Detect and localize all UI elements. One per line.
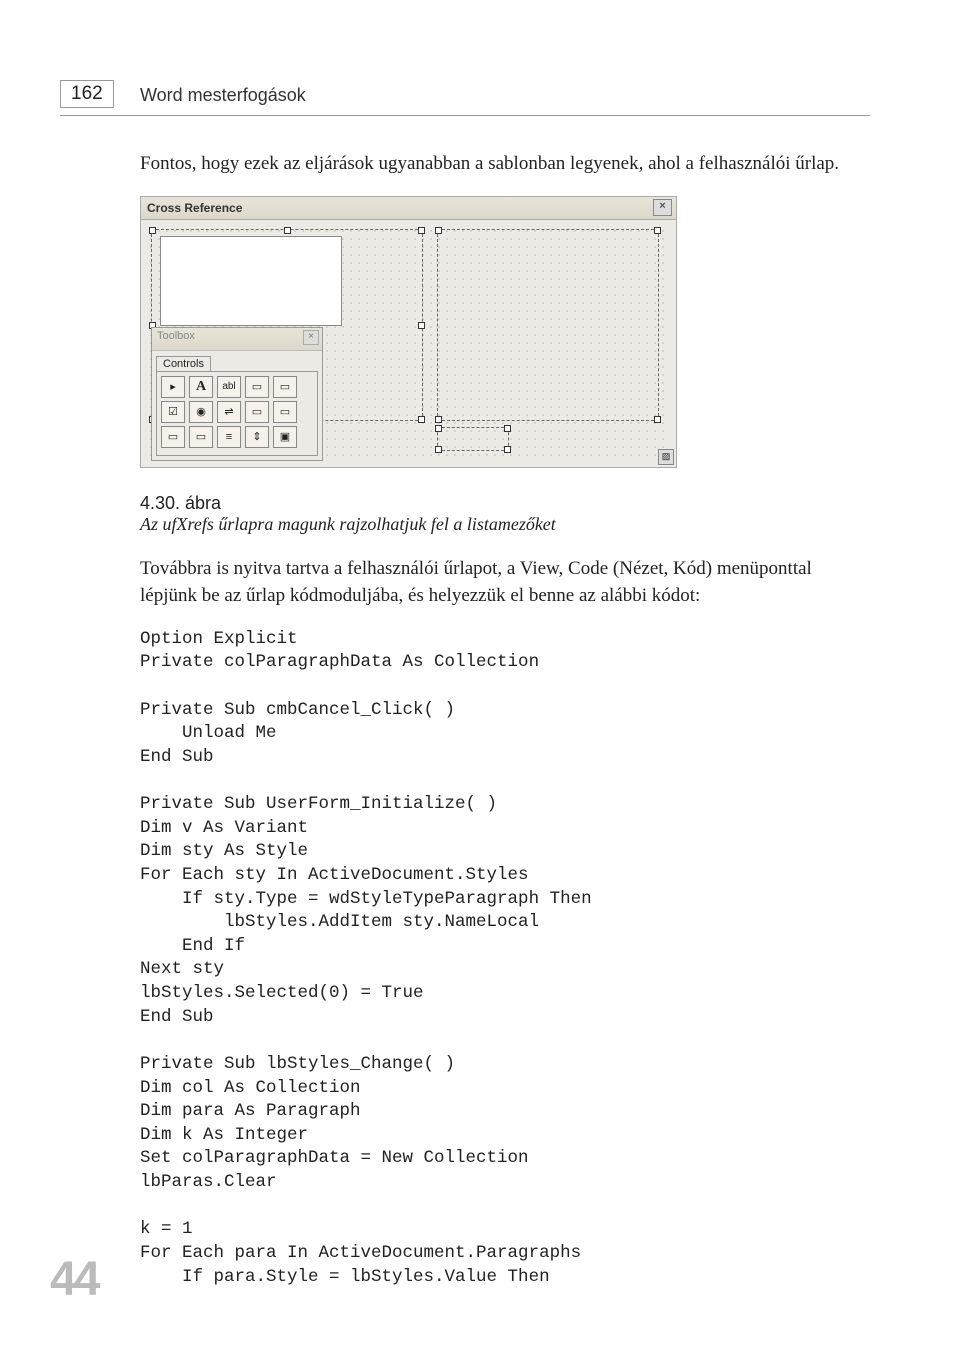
form-design-canvas[interactable]: Toolbox × Controls ▸ A abl ▭ ▭ — [147, 227, 670, 461]
intro-paragraph: Fontos, hogy ezek az eljárások ugyanabba… — [140, 150, 870, 178]
tool-frame-icon[interactable]: ▭ — [245, 401, 269, 423]
resize-handle[interactable] — [284, 227, 291, 234]
figure-vb-form-designer: Cross Reference × — [140, 196, 677, 468]
toolbox-palette[interactable]: Toolbox × Controls ▸ A abl ▭ ▭ — [151, 327, 323, 461]
tool-tabstrip-icon[interactable]: ▭ — [161, 426, 185, 448]
tool-spin-icon[interactable]: ⇕ — [245, 426, 269, 448]
tool-option-icon[interactable]: ◉ — [189, 401, 213, 423]
tool-pointer-icon[interactable]: ▸ — [161, 376, 185, 398]
tool-scrollbar-icon[interactable]: ≡ — [217, 426, 241, 448]
tool-toggle-icon[interactable]: ⇌ — [217, 401, 241, 423]
resize-handle[interactable] — [654, 416, 661, 423]
figure-caption-text: Az ufXrefs űrlapra magunk rajzolhatjuk f… — [140, 514, 870, 535]
page-number: 162 — [60, 80, 114, 108]
resize-handle[interactable] — [418, 227, 425, 234]
header-divider — [60, 115, 870, 116]
resize-handle[interactable] — [418, 322, 425, 329]
resize-handle[interactable] — [435, 416, 442, 423]
window-title: Cross Reference — [147, 201, 242, 215]
running-head: Word mesterfogások — [140, 85, 306, 106]
tool-textbox-icon[interactable]: abl — [217, 376, 241, 398]
resize-handle[interactable] — [435, 425, 442, 432]
resize-handle[interactable] — [418, 416, 425, 423]
tool-listbox-icon[interactable]: ▭ — [273, 376, 297, 398]
figure-caption-number: 4.30. ábra — [140, 493, 870, 514]
toolbox-close-icon[interactable]: × — [303, 330, 319, 345]
tool-label-icon[interactable]: A — [189, 376, 213, 398]
selection-rect-3[interactable] — [437, 427, 509, 451]
tool-row: ▸ A abl ▭ ▭ — [161, 376, 313, 398]
tool-multipage-icon[interactable]: ▭ — [189, 426, 213, 448]
close-icon[interactable]: × — [653, 199, 672, 216]
resize-handle[interactable] — [504, 425, 511, 432]
margin-index-number: 44 — [50, 1252, 97, 1307]
tool-row: ☑ ◉ ⇌ ▭ ▭ — [161, 401, 313, 423]
code-listing: Option Explicit Private colParagraphData… — [140, 628, 870, 1290]
toolbox-tab-controls[interactable]: Controls — [156, 356, 211, 371]
tool-combobox-icon[interactable]: ▭ — [245, 376, 269, 398]
resize-handle[interactable] — [149, 227, 156, 234]
body-paragraph-2: Továbbra is nyitva tartva a felhasználói… — [140, 555, 870, 610]
toolbox-body: ▸ A abl ▭ ▭ ☑ ◉ ⇌ ▭ ▭ — [156, 371, 318, 456]
resize-handle[interactable] — [435, 227, 442, 234]
toolbox-titlebar: Toolbox × — [152, 328, 322, 351]
resize-handle[interactable] — [504, 446, 511, 453]
resize-handle[interactable] — [654, 227, 661, 234]
tool-button-icon[interactable]: ▭ — [273, 401, 297, 423]
tool-image-icon[interactable]: ▣ — [273, 426, 297, 448]
window-resize-grip-icon[interactable]: ▨ — [658, 449, 674, 465]
toolbox-title-text: Toolbox — [157, 330, 195, 342]
selection-rect-2[interactable] — [437, 229, 659, 421]
window-titlebar: Cross Reference × — [141, 197, 676, 220]
listbox-placeholder[interactable] — [160, 236, 342, 326]
tool-checkbox-icon[interactable]: ☑ — [161, 401, 185, 423]
tool-row: ▭ ▭ ≡ ⇕ ▣ — [161, 426, 313, 448]
resize-handle[interactable] — [435, 446, 442, 453]
